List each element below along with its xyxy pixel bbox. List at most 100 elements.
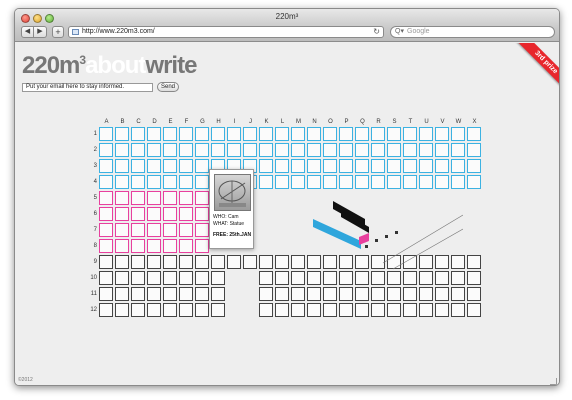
seat-n2[interactable] xyxy=(307,143,321,157)
seat-v4[interactable] xyxy=(435,175,449,189)
seat-o3[interactable] xyxy=(323,159,337,173)
seat-d9[interactable] xyxy=(147,255,161,269)
seat-t2[interactable] xyxy=(403,143,417,157)
seat-o1[interactable] xyxy=(323,127,337,141)
seat-s2[interactable] xyxy=(387,143,401,157)
seat-c7[interactable] xyxy=(131,223,145,237)
reload-icon[interactable]: ↻ xyxy=(373,27,380,37)
seat-q3[interactable] xyxy=(355,159,369,173)
seat-s12[interactable] xyxy=(387,303,401,317)
seat-a7[interactable] xyxy=(99,223,113,237)
seat-s10[interactable] xyxy=(387,271,401,285)
seat-d12[interactable] xyxy=(147,303,161,317)
seat-l12[interactable] xyxy=(275,303,289,317)
seat-f2[interactable] xyxy=(179,143,193,157)
search-field[interactable]: Q▾ Google xyxy=(390,26,555,38)
seat-f10[interactable] xyxy=(179,271,193,285)
seat-x12[interactable] xyxy=(467,303,481,317)
seat-h1[interactable] xyxy=(211,127,225,141)
seat-n4[interactable] xyxy=(307,175,321,189)
seat-o10[interactable] xyxy=(323,271,337,285)
seat-e3[interactable] xyxy=(163,159,177,173)
seat-b1[interactable] xyxy=(115,127,129,141)
seat-x2[interactable] xyxy=(467,143,481,157)
seat-a6[interactable] xyxy=(99,207,113,221)
seat-j2[interactable] xyxy=(243,143,257,157)
seat-n10[interactable] xyxy=(307,271,321,285)
address-bar[interactable]: http://www.220m3.com/ ↻ xyxy=(68,26,384,38)
seat-q12[interactable] xyxy=(355,303,369,317)
seat-f8[interactable] xyxy=(179,239,193,253)
seat-v12[interactable] xyxy=(435,303,449,317)
seat-e8[interactable] xyxy=(163,239,177,253)
seat-g10[interactable] xyxy=(195,271,209,285)
seat-i1[interactable] xyxy=(227,127,241,141)
seat-c11[interactable] xyxy=(131,287,145,301)
seat-g1[interactable] xyxy=(195,127,209,141)
back-button[interactable]: ◀ xyxy=(21,26,34,38)
seat-p2[interactable] xyxy=(339,143,353,157)
seat-o2[interactable] xyxy=(323,143,337,157)
seat-w11[interactable] xyxy=(451,287,465,301)
seat-d10[interactable] xyxy=(147,271,161,285)
seat-g9[interactable] xyxy=(195,255,209,269)
seat-t11[interactable] xyxy=(403,287,417,301)
seat-e5[interactable] xyxy=(163,191,177,205)
seat-a3[interactable] xyxy=(99,159,113,173)
seat-b12[interactable] xyxy=(115,303,129,317)
seat-n1[interactable] xyxy=(307,127,321,141)
seat-p4[interactable] xyxy=(339,175,353,189)
email-input[interactable]: Put your email here to stay informed. xyxy=(22,83,153,92)
seat-n11[interactable] xyxy=(307,287,321,301)
seat-u2[interactable] xyxy=(419,143,433,157)
seat-t10[interactable] xyxy=(403,271,417,285)
seat-p12[interactable] xyxy=(339,303,353,317)
seat-b7[interactable] xyxy=(115,223,129,237)
seat-b5[interactable] xyxy=(115,191,129,205)
seat-c4[interactable] xyxy=(131,175,145,189)
seat-a12[interactable] xyxy=(99,303,113,317)
seat-c3[interactable] xyxy=(131,159,145,173)
seat-f5[interactable] xyxy=(179,191,193,205)
seat-d11[interactable] xyxy=(147,287,161,301)
seat-n3[interactable] xyxy=(307,159,321,173)
seat-i9[interactable] xyxy=(227,255,241,269)
seat-e7[interactable] xyxy=(163,223,177,237)
seat-x4[interactable] xyxy=(467,175,481,189)
seat-h10[interactable] xyxy=(211,271,225,285)
seat-m11[interactable] xyxy=(291,287,305,301)
seat-a2[interactable] xyxy=(99,143,113,157)
seat-k1[interactable] xyxy=(259,127,273,141)
seat-j9[interactable] xyxy=(243,255,257,269)
seat-k12[interactable] xyxy=(259,303,273,317)
seat-b8[interactable] xyxy=(115,239,129,253)
seat-f7[interactable] xyxy=(179,223,193,237)
seat-v11[interactable] xyxy=(435,287,449,301)
seat-x3[interactable] xyxy=(467,159,481,173)
seat-u1[interactable] xyxy=(419,127,433,141)
seat-t3[interactable] xyxy=(403,159,417,173)
seat-v3[interactable] xyxy=(435,159,449,173)
seat-g6[interactable] xyxy=(195,207,209,221)
seat-v2[interactable] xyxy=(435,143,449,157)
seat-m12[interactable] xyxy=(291,303,305,317)
seat-l4[interactable] xyxy=(275,175,289,189)
seat-g7[interactable] xyxy=(195,223,209,237)
seat-g8[interactable] xyxy=(195,239,209,253)
seat-a11[interactable] xyxy=(99,287,113,301)
seat-l3[interactable] xyxy=(275,159,289,173)
seat-l9[interactable] xyxy=(275,255,289,269)
seat-u10[interactable] xyxy=(419,271,433,285)
seat-g2[interactable] xyxy=(195,143,209,157)
seat-e9[interactable] xyxy=(163,255,177,269)
seat-k9[interactable] xyxy=(259,255,273,269)
seat-w2[interactable] xyxy=(451,143,465,157)
seat-h9[interactable] xyxy=(211,255,225,269)
seat-m3[interactable] xyxy=(291,159,305,173)
seat-w4[interactable] xyxy=(451,175,465,189)
seat-b9[interactable] xyxy=(115,255,129,269)
seat-g4[interactable] xyxy=(195,175,209,189)
seat-u12[interactable] xyxy=(419,303,433,317)
seat-r4[interactable] xyxy=(371,175,385,189)
seat-e2[interactable] xyxy=(163,143,177,157)
